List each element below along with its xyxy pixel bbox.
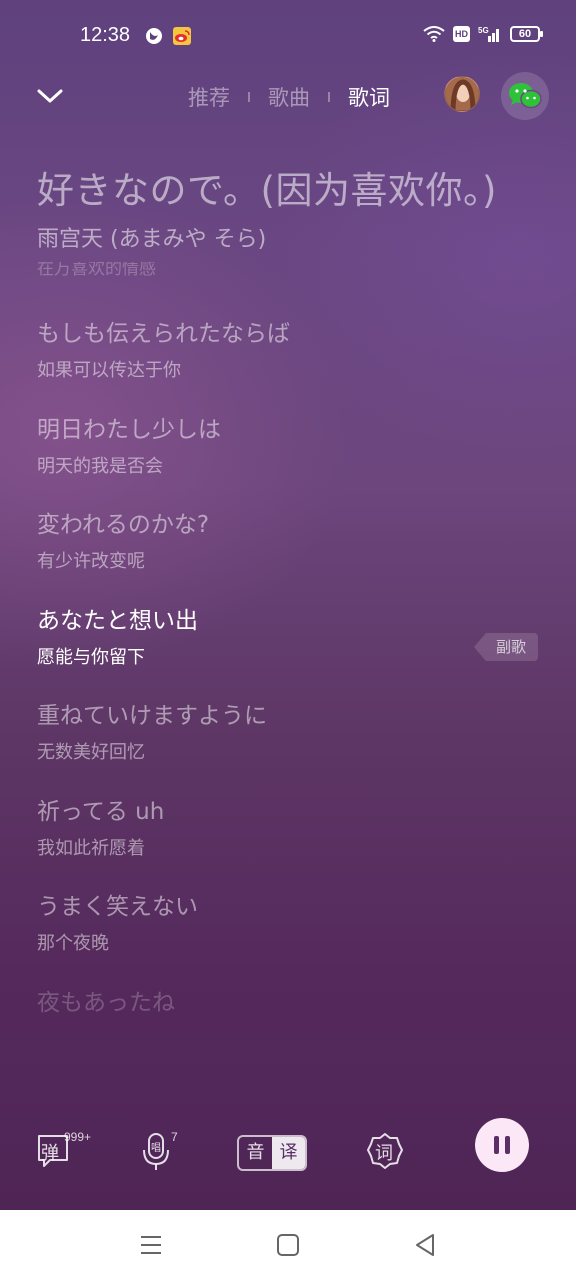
lyric-original: あなたと想い出 — [37, 608, 198, 634]
tab-divider — [328, 92, 330, 102]
status-time: 12:38 — [80, 24, 131, 46]
lyric-translation: 无数美好回忆 — [37, 742, 145, 763]
translation-toggle[interactable]: 音 译 — [237, 1135, 307, 1171]
lyric-line[interactable]: 重ねていけますように 无数美好回忆 — [37, 696, 537, 764]
danmaku-count: 999+ — [64, 1130, 92, 1144]
lyric-translation: 那个夜晚 — [37, 933, 109, 954]
pause-icon-bar — [505, 1136, 510, 1154]
lyric-original: もしも伝えられたならば — [37, 321, 290, 347]
lyric-translation: 明天的我是否会 — [37, 456, 163, 477]
song-title: 好きなので。(因为喜欢你。) — [37, 169, 497, 212]
tab-lyrics[interactable]: 歌词 — [348, 82, 390, 112]
lyric-cut-line: 在万喜欢的情感 — [37, 262, 156, 279]
chorus-tag[interactable]: 副歌 — [474, 633, 539, 661]
back-icon[interactable] — [412, 1232, 438, 1258]
lyric-original: 夜もあったね — [37, 990, 175, 1016]
danmaku-button[interactable]: 弹 999+ — [36, 1130, 96, 1172]
lyric-original: 変われるのかな? — [37, 512, 210, 538]
lyric-original: 祈ってる uh — [37, 799, 165, 825]
player-header: 推荐 歌曲 歌词 — [0, 72, 576, 120]
wifi-icon — [423, 26, 445, 42]
pause-icon-bar — [494, 1136, 499, 1154]
lyric-translation: 愿能与你留下 — [37, 647, 145, 668]
lyric-translation: 我如此祈愿着 — [37, 838, 145, 859]
player-toolbar: 弹 999+ 唱 7 音 译 词 — [0, 1118, 576, 1188]
lyric-line[interactable]: 祈ってる uh 我如此祈愿着 — [37, 792, 537, 860]
battery-icon: 60 — [510, 26, 543, 42]
avatar-image — [445, 77, 479, 111]
lyrics-panel[interactable]: 在万喜欢的情感 もしも伝えられたならば 如果可以传达于你 明日わたし少しは 明天… — [37, 262, 537, 1032]
hd-icon: HD — [453, 26, 470, 42]
lyric-original: 重ねていけますように — [37, 703, 267, 729]
system-nav-bar — [0, 1210, 576, 1280]
microphone-icon: 唱 — [143, 1133, 169, 1170]
lyric-line[interactable]: もしも伝えられたならば 如果可以传达于你 — [37, 314, 537, 382]
chevron-down-icon[interactable] — [34, 80, 66, 112]
tab-recommend[interactable]: 推荐 — [188, 82, 230, 112]
lyric-line[interactable]: 夜もあったね — [37, 983, 537, 1017]
lyric-translation: 如果可以传达于你 — [37, 360, 181, 381]
svg-text:唱: 唱 — [151, 1142, 161, 1154]
wechat-icon — [509, 83, 542, 109]
status-right: HD 5G 60 — [423, 25, 543, 43]
home-icon[interactable] — [275, 1232, 301, 1258]
menu-icon[interactable] — [138, 1232, 164, 1258]
artist-name[interactable]: 雨宫天 (あまみや そら) — [37, 221, 266, 253]
tab-divider — [248, 92, 250, 102]
lyric-translation: 有少许改变呢 — [37, 551, 145, 572]
lyrics-badge-label: 词 — [375, 1143, 393, 1164]
lyric-original: うまく笑えない — [37, 894, 198, 920]
lyric-original: 明日わたし少しは — [37, 417, 221, 443]
danmaku-label: 弹 — [41, 1143, 59, 1164]
lyric-line[interactable]: 明日わたし少しは 明天的我是否会 — [37, 410, 537, 478]
lyric-line[interactable]: うまく笑えない 那个夜晚 — [37, 887, 537, 955]
sing-button[interactable]: 唱 7 — [140, 1130, 184, 1172]
tab-bar: 推荐 歌曲 歌词 — [188, 82, 390, 112]
tab-song[interactable]: 歌曲 — [268, 82, 310, 112]
lyrics-style-button[interactable]: 词 — [367, 1132, 405, 1172]
app-icon — [146, 28, 162, 44]
avatar[interactable] — [444, 76, 480, 112]
pause-button[interactable] — [475, 1118, 529, 1172]
translate-option[interactable]: 译 — [272, 1137, 305, 1169]
svg-text:5G: 5G — [478, 26, 489, 35]
player-screen: 12:38 HD 5G 60 推荐 歌曲 歌词 好きなので。(因为喜欢你。) 雨… — [0, 0, 576, 1210]
wechat-share-button[interactable] — [501, 72, 549, 120]
sound-option[interactable]: 音 — [239, 1137, 272, 1169]
sing-count: 7 — [171, 1130, 178, 1144]
weibo-icon — [173, 27, 191, 45]
lyric-line[interactable]: 変われるのかな? 有少许改变呢 — [37, 505, 537, 573]
signal-icon: 5G — [478, 26, 499, 42]
status-bar: 12:38 HD 5G 60 — [0, 0, 576, 72]
lyric-line-current[interactable]: あなたと想い出 愿能与你留下 — [37, 601, 537, 669]
